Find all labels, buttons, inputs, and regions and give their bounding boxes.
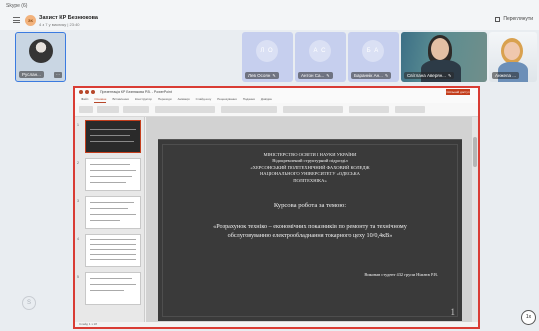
layout-button[interactable]: Переглянути (495, 16, 533, 22)
thumb-line (90, 170, 136, 171)
thumb-number: 1 (77, 123, 79, 127)
thumb-line (90, 239, 136, 240)
thumb-line (90, 182, 126, 183)
skype-logo-icon[interactable]: S (22, 296, 36, 310)
powerpoint-titlebar: Презентація КР Безнюкова Р.В. - PowerPoi… (75, 88, 478, 97)
participant-initials: Б А (362, 40, 384, 62)
slide-thumbnails: 1 2 3 4 5 (75, 117, 145, 322)
thumb-line (90, 135, 130, 136)
slide-thumbnail[interactable] (85, 120, 141, 153)
document-title: Презентація КР Безнюкова Р.В. - PowerPoi… (100, 90, 172, 94)
participant-name: Анжела ... (492, 72, 519, 79)
thumb-line (90, 290, 124, 291)
layout-label: Переглянути (503, 16, 533, 22)
thumb-line (90, 278, 132, 279)
vertical-scrollbar[interactable] (472, 117, 478, 322)
slide-header-line: ПОЛІТЕХНІКА» (293, 177, 327, 183)
thumb-line (90, 164, 130, 165)
participant-tile-video[interactable]: Світлана Аверян... ✎ (401, 32, 487, 82)
paste-button[interactable] (79, 106, 93, 113)
participant-face (431, 38, 449, 60)
slide-thumbnail[interactable] (85, 196, 141, 229)
participant-face (504, 42, 520, 60)
grid-icon (495, 16, 501, 22)
slide-title-line: обслуговуванню електрообладнання токарно… (227, 232, 393, 239)
slide-thumbnail[interactable] (85, 234, 141, 267)
slide-page-number: 1 (450, 307, 456, 317)
participant-initials: Л О (256, 40, 278, 62)
call-title[interactable]: Захист КР Безнюкова (39, 15, 98, 21)
clipboard-group[interactable] (97, 106, 119, 113)
participant-name: Руслан... (19, 71, 44, 78)
drawing-group[interactable] (283, 106, 343, 113)
editing-group[interactable] (349, 106, 389, 113)
participant-name: Антон Са... ✎ (298, 72, 333, 79)
participant-name: Бараннік Ан... ✎ (351, 72, 392, 79)
skype-window: Skype (6) ЗК Захист КР Безнюкова 4 з 7 у… (0, 0, 539, 331)
thumb-number: 3 (77, 199, 79, 203)
thumb-line (90, 208, 128, 209)
thumb-number: 2 (77, 161, 79, 165)
thumb-line (90, 214, 136, 215)
thumb-number: 5 (77, 275, 79, 279)
window-title: Skype (6) (0, 0, 539, 12)
voice-group[interactable] (395, 106, 425, 113)
ribbon (75, 103, 478, 117)
slides-group[interactable] (123, 106, 149, 113)
mic-off-icon: ✎ (272, 73, 276, 78)
call-subtitle: 4 з 7 у виклику | 23:40 (39, 22, 80, 27)
undo-icon[interactable] (85, 90, 89, 94)
thumb-line (90, 176, 132, 177)
share-button[interactable]: Спільний доступ (446, 89, 470, 95)
paragraph-group[interactable] (221, 106, 277, 113)
status-bar: Слайд 1 з 18 (75, 322, 478, 327)
save-icon[interactable] (79, 90, 83, 94)
thumb-line (90, 249, 136, 250)
redo-icon[interactable] (91, 90, 95, 94)
avatar (29, 39, 53, 63)
participant-name: Лев Осоян ✎ (245, 72, 279, 79)
slide[interactable]: МІНІСТЕРСТВО ОСВІТИ І НАУКИ УКРАЇНИ Відо… (158, 139, 462, 321)
quick-access-toolbar (79, 90, 95, 94)
mic-off-icon: ✎ (326, 73, 330, 78)
participant-tile[interactable]: Л О Лев Осоян ✎ (242, 32, 293, 82)
participant-initials: А С (309, 40, 331, 62)
font-group[interactable] (155, 106, 215, 113)
participant-tile-photo[interactable]: Анжела ... (489, 32, 537, 82)
participant-tile-self[interactable]: Руслан... ⋯ (15, 32, 66, 82)
slide-author: Виконав студент 432 групи Ніжнєв Р.В. (364, 272, 438, 277)
participant-tile[interactable]: А С Антон Са... ✎ (295, 32, 346, 82)
zoom-button[interactable]: 1x (521, 310, 536, 325)
shared-screen: Презентація КР Безнюкова Р.В. - PowerPoi… (73, 86, 480, 329)
thumb-line (90, 244, 136, 245)
participant-name: Світлана Аверян... ✎ (404, 72, 455, 79)
group-avatar[interactable]: ЗК (25, 15, 36, 26)
menu-icon[interactable] (13, 17, 20, 23)
thumb-line (90, 129, 136, 130)
slide-thumbnail[interactable] (85, 158, 141, 191)
thumb-number: 4 (77, 237, 79, 241)
more-options-icon[interactable]: ⋯ (54, 72, 62, 78)
participant-tile[interactable]: Б А Бараннік Ан... ✎ (348, 32, 399, 82)
thumb-line (90, 202, 134, 203)
mic-off-icon: ✎ (384, 73, 389, 78)
thumb-line (90, 259, 136, 260)
thumb-line (90, 254, 136, 255)
slide-title-line: «Розрахунок техніко – економічних показн… (213, 223, 407, 230)
thumb-line (90, 284, 136, 285)
slide-thumbnail[interactable] (85, 272, 141, 305)
mic-off-icon: ✎ (447, 73, 452, 78)
slide-canvas: МІНІСТЕРСТВО ОСВІТИ І НАУКИ УКРАЇНИ Відо… (146, 117, 472, 322)
call-header: ЗК Захист КР Безнюкова 4 з 7 у виклику |… (0, 12, 539, 30)
slide-topic-label: Курсова робота за темою: (273, 202, 347, 209)
thumb-line (90, 220, 120, 221)
thumb-line (90, 141, 134, 142)
